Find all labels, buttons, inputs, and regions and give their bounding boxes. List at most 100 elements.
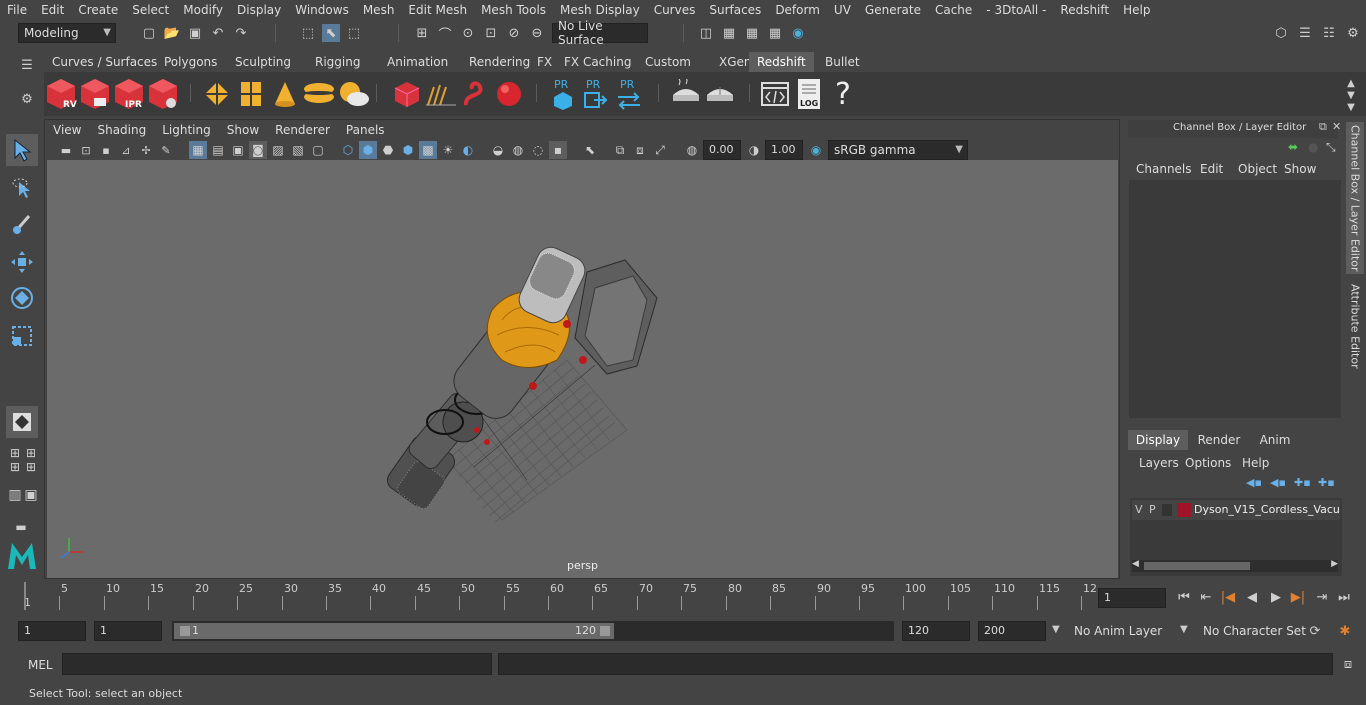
redshift-render-view-icon[interactable]: RV <box>44 76 78 112</box>
rs-curve-icon[interactable] <box>458 76 492 112</box>
menu-select[interactable]: Select <box>125 3 176 17</box>
ambient-occlusion-icon[interactable]: ◐ <box>459 141 477 159</box>
log-icon[interactable]: LOG <box>792 76 826 112</box>
character-set-dropdown[interactable]: No Character Set <box>1197 621 1306 641</box>
menu-curves[interactable]: Curves <box>647 3 703 17</box>
step-forward-key-icon[interactable]: ⇥ <box>1313 588 1331 606</box>
menu-create[interactable]: Create <box>71 3 125 17</box>
help-icon[interactable]: ? <box>826 76 860 112</box>
move-layer-down-icon[interactable]: ◀▪ <box>1270 476 1286 489</box>
wireframe-icon[interactable]: ⬡ <box>339 141 357 159</box>
exposure-field[interactable]: 0.00 <box>703 140 741 160</box>
tab-anim[interactable]: Anim <box>1250 430 1300 450</box>
gate-mask-icon[interactable]: ◙ <box>249 141 267 159</box>
two-d-pan-icon[interactable]: ✢ <box>137 141 155 159</box>
step-back-key-icon[interactable]: ⇤ <box>1197 588 1215 606</box>
textured-icon[interactable]: ⬢ <box>399 141 417 159</box>
scene-start-field[interactable]: 1 <box>18 621 86 641</box>
snap-view-icon[interactable]: ⊡ <box>482 24 500 42</box>
rs-diamond-light-icon[interactable] <box>200 76 234 112</box>
field-chart-icon[interactable]: ▨ <box>269 141 287 159</box>
new-layer-icon[interactable]: ✚▪ <box>1294 476 1311 489</box>
pr-convert-icon[interactable]: PR <box>612 76 646 112</box>
menu-channels[interactable]: Channels <box>1136 162 1192 176</box>
gamma-field[interactable]: 1.00 <box>765 140 803 160</box>
redshift-render-icon[interactable] <box>78 76 112 112</box>
layer-playback[interactable]: P <box>1149 503 1156 516</box>
redshift-settings-icon[interactable] <box>146 76 180 112</box>
snap-curve-icon[interactable]: ⌒ <box>436 24 454 43</box>
step-forward-frame-icon[interactable]: ▶| <box>1289 588 1307 606</box>
viewport-menu-view[interactable]: View <box>45 123 89 137</box>
layer-row[interactable]: V P Dyson_V15_Cordless_Vacuum <box>1132 500 1340 520</box>
channel-dot-icon[interactable]: ● <box>1308 140 1318 154</box>
menu-cache[interactable]: Cache <box>928 3 979 17</box>
move-layer-up-icon[interactable]: ◀▪ <box>1246 476 1262 489</box>
layer-name[interactable]: Dyson_V15_Cordless_Vacuum <box>1194 503 1340 516</box>
shelf-tab-sculpting[interactable]: Sculpting <box>227 52 299 72</box>
shelf-tab-polygons[interactable]: Polygons <box>156 52 225 72</box>
playback-end-field[interactable]: 120 <box>902 621 970 641</box>
menu-object[interactable]: Object <box>1238 162 1277 176</box>
bake-icon[interactable] <box>669 76 703 112</box>
play-forward-icon[interactable]: ▶ <box>1267 588 1285 606</box>
menu-edit[interactable]: Edit <box>1200 162 1223 176</box>
shelf-tab-animation[interactable]: Animation <box>379 52 456 72</box>
menu-deform[interactable]: Deform <box>768 3 827 17</box>
shelf-tab-curves-surfaces[interactable]: Curves / Surfaces <box>44 52 165 72</box>
close-icon[interactable]: ✕ <box>1332 120 1341 133</box>
tab-display[interactable]: Display <box>1128 430 1188 450</box>
use-all-lights-icon[interactable]: ▩ <box>419 141 437 159</box>
menu-redshift[interactable]: Redshift <box>1053 3 1116 17</box>
menu-help[interactable]: Help <box>1116 3 1157 17</box>
resolution-gate-icon[interactable]: ▣ <box>229 141 247 159</box>
viewport-menu-show[interactable]: Show <box>219 123 267 137</box>
channel-pin-icon[interactable]: ⤡ <box>1326 140 1336 155</box>
script-editor-icon[interactable] <box>758 76 792 112</box>
snap-point-icon[interactable]: ⊙ <box>459 24 477 42</box>
tool-settings-icon[interactable]: ⚙ <box>1344 24 1362 42</box>
xray-joints-icon[interactable]: ⧉ <box>611 141 629 159</box>
layout-e-icon[interactable]: ▬ <box>12 518 30 536</box>
safe-action-icon[interactable]: ▧ <box>289 141 307 159</box>
menu-surfaces[interactable]: Surfaces <box>702 3 768 17</box>
auto-key-icon[interactable]: ⟳ <box>1306 622 1324 640</box>
smooth-shade-icon[interactable]: ⬢ <box>359 141 377 159</box>
save-scene-icon[interactable]: ▣ <box>186 24 204 42</box>
select-object-icon[interactable]: ⬉ <box>322 24 340 42</box>
shelf-tab-fx-caching[interactable]: FX Caching <box>556 52 639 72</box>
layout-d-icon[interactable]: ▣ <box>22 486 40 504</box>
xray-components-icon[interactable]: ⧈ <box>631 141 649 159</box>
menu-help[interactable]: Help <box>1242 456 1269 470</box>
script-editor-icon[interactable]: ⧈ <box>1339 655 1357 673</box>
select-hierarchy-icon[interactable]: ⬚ <box>299 24 317 42</box>
chevron-down-icon[interactable]: ▼ <box>1052 624 1060 635</box>
float-icon[interactable]: ⧉ <box>1319 120 1327 134</box>
layout-b-icon[interactable]: ⊞ <box>22 458 40 476</box>
open-scene-icon[interactable]: 📂 <box>163 24 181 42</box>
shelf-tab-bullet[interactable]: Bullet <box>817 52 868 72</box>
mode-dropdown[interactable]: Modeling ▼ <box>18 23 116 43</box>
viewport-menu-lighting[interactable]: Lighting <box>154 123 219 137</box>
menu-3dtoall[interactable]: - 3DtoAll - <box>979 3 1053 17</box>
anti-aliasing-icon[interactable]: ◍ <box>509 141 527 159</box>
layer-scrollbar[interactable]: ◀ ▶ <box>1132 559 1338 572</box>
motion-blur-icon[interactable]: ◒ <box>489 141 507 159</box>
live-surface-field[interactable]: No Live Surface <box>552 19 648 47</box>
bake-set-icon[interactable] <box>703 76 737 112</box>
tab-attribute-editor[interactable]: Attribute Editor <box>1346 278 1364 374</box>
color-space-dropdown[interactable]: sRGB gamma ▼ <box>828 140 968 160</box>
render-settings-icon[interactable]: ◫ <box>697 24 715 42</box>
menu-generate[interactable]: Generate <box>858 3 928 17</box>
menu-show[interactable]: Show <box>1284 162 1316 176</box>
layer-reference[interactable] <box>1162 504 1172 516</box>
workspace-icon[interactable]: ⬡ <box>1272 24 1290 42</box>
select-tool-icon[interactable] <box>6 134 38 166</box>
attribute-editor-toggle-icon[interactable]: ☷ <box>1320 24 1338 42</box>
menu-mesh[interactable]: Mesh <box>356 3 402 17</box>
grid-icon[interactable]: ▦ <box>189 141 207 159</box>
range-slider-track[interactable]: 1 120 <box>172 621 894 641</box>
layer-color-swatch[interactable] <box>1177 503 1191 517</box>
shelf-menu-icon[interactable]: ☰ <box>18 56 36 74</box>
menu-windows[interactable]: Windows <box>288 3 356 17</box>
